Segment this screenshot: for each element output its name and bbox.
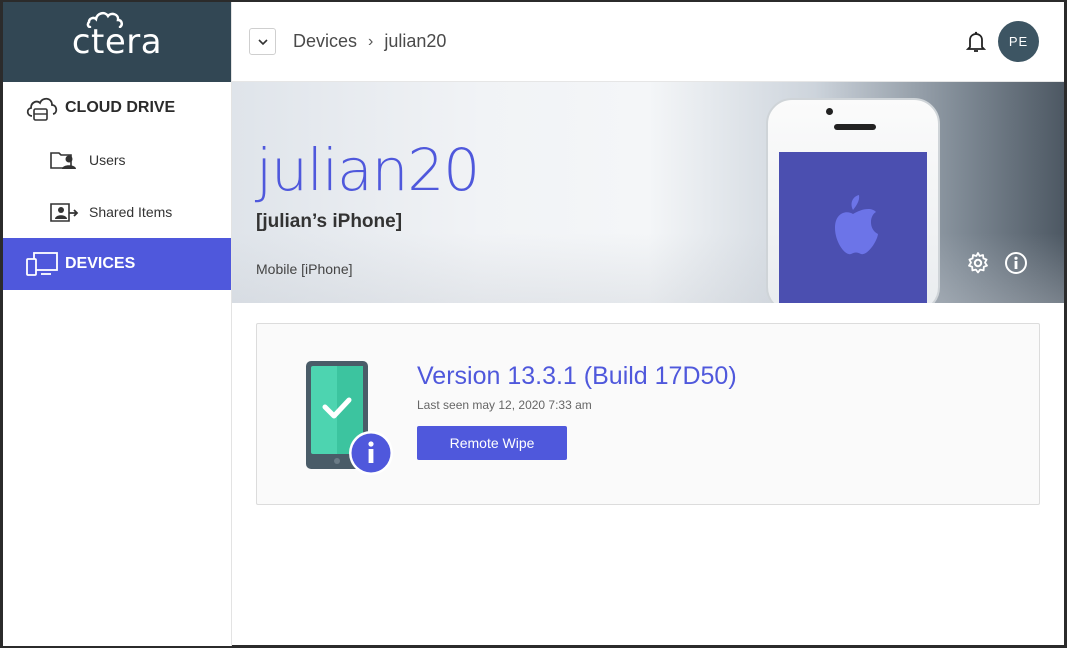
sidebar-item-label: DEVICES	[65, 255, 136, 272]
device-label: [julian’s iPhone]	[256, 211, 403, 232]
info-icon[interactable]	[1004, 251, 1028, 280]
chevron-down-icon	[257, 38, 268, 45]
gear-icon[interactable]	[966, 251, 990, 280]
sidebar-item-devices[interactable]: DEVICES	[3, 238, 231, 290]
breadcrumb-current: julian20	[384, 31, 447, 51]
sidebar-item-users[interactable]: Users	[3, 134, 231, 186]
sidebar: ctera CLOUD DRIVE Users Shared Items DEV…	[3, 2, 232, 646]
sidebar-item-label: Users	[89, 152, 126, 168]
logo-text: ctera	[71, 22, 163, 62]
iphone-illustration	[766, 98, 940, 303]
devices-icon	[25, 251, 65, 277]
remote-wipe-button[interactable]: Remote Wipe	[417, 426, 567, 460]
ctera-logo: ctera	[71, 11, 163, 62]
device-type: Mobile [iPhone]	[256, 261, 353, 277]
breadcrumb-separator: ›	[368, 32, 374, 50]
phone-screen	[779, 152, 927, 303]
users-folder-icon	[49, 149, 89, 171]
device-version: Version 13.3.1 (Build 17D50)	[417, 362, 737, 390]
nav-dropdown-button[interactable]	[249, 28, 276, 55]
breadcrumb-devices[interactable]: Devices	[293, 31, 357, 52]
apple-logo-icon	[835, 195, 878, 255]
last-seen-text: Last seen may 12, 2020 7:33 am	[417, 398, 592, 412]
sidebar-item-shared-items[interactable]: Shared Items	[3, 186, 231, 238]
hero-actions	[966, 251, 1028, 280]
bell-icon[interactable]	[965, 31, 987, 58]
logo-area[interactable]: ctera	[3, 2, 231, 82]
device-name-title: julian20	[256, 136, 480, 204]
phone-speaker	[834, 124, 876, 130]
device-info-card: Version 13.3.1 (Build 17D50) Last seen m…	[256, 323, 1040, 505]
phone-camera	[826, 108, 833, 115]
sidebar-item-label: CLOUD DRIVE	[65, 99, 176, 116]
sidebar-item-label: Shared Items	[89, 204, 173, 220]
avatar[interactable]: PE	[998, 21, 1039, 62]
mobile-device-icon	[305, 360, 397, 483]
device-hero-banner: julian20 [julian’s iPhone] Mobile [iPhon…	[232, 82, 1064, 303]
logo-cloud-icon	[86, 11, 123, 28]
sidebar-item-cloud-drive[interactable]: CLOUD DRIVE	[3, 82, 231, 134]
shared-items-icon	[49, 201, 89, 223]
cloud-drive-icon	[25, 94, 65, 122]
top-bar: Devices › julian20 PE	[232, 2, 1064, 82]
